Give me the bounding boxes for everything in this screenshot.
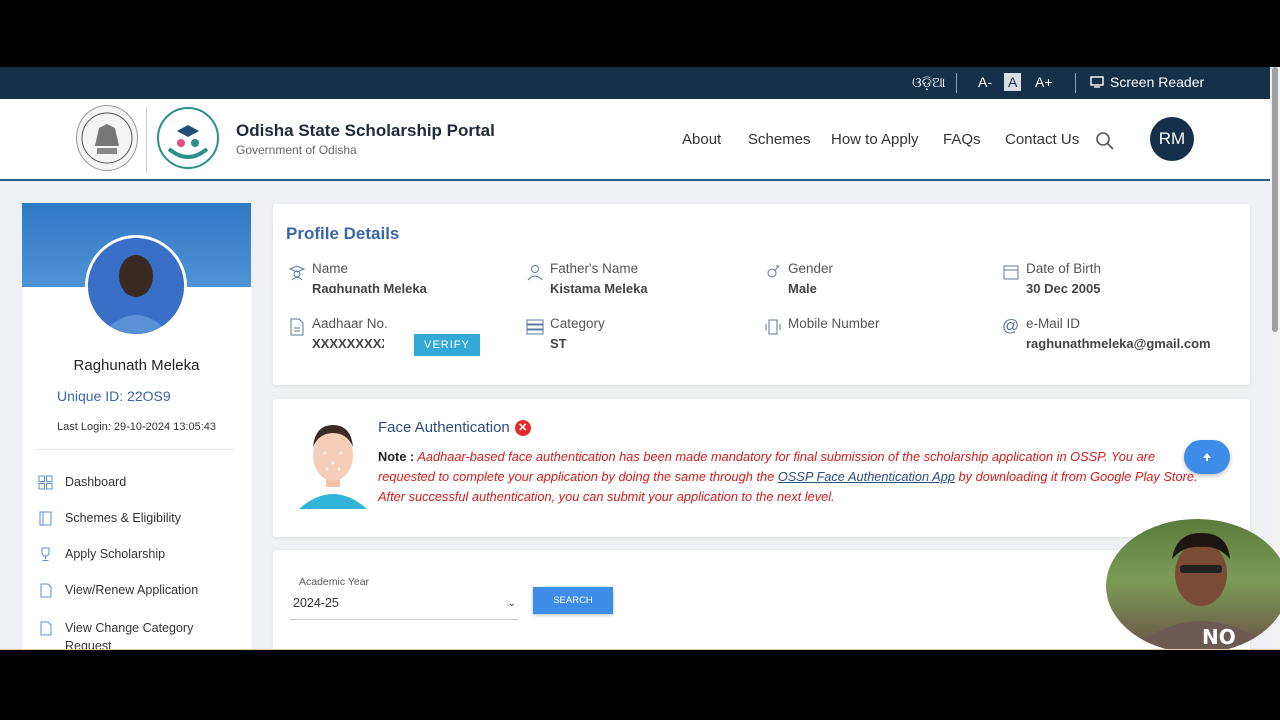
nav-schemes[interactable]: Schemes (748, 131, 811, 148)
scroll-to-top-button[interactable] (1184, 440, 1230, 474)
at-sign-icon: @ (1002, 316, 1020, 335)
viewport-bottom-edge (0, 649, 1280, 650)
shirt-text: NO (1202, 625, 1236, 649)
sidebar-item-label: Dashboard (65, 475, 127, 489)
search-icon[interactable] (1095, 131, 1115, 151)
category-label: Category (550, 316, 605, 331)
sidebar-item-view-renew[interactable]: View/Renew Application (38, 583, 198, 598)
father-name-value: Kistama Meleka (550, 281, 648, 293)
mobile-label: Mobile Number (788, 316, 880, 331)
browser-viewport: ଓଡ଼ିଆ A- A A+ Screen Reader Odisha State… (0, 67, 1280, 650)
divider (956, 73, 957, 93)
nav-how-to-apply[interactable]: How to Apply (831, 131, 919, 148)
academic-year-card: Academic Year 2024-25 ⌄ SEARCH (273, 550, 1250, 650)
user-avatar-button[interactable]: RM (1150, 117, 1194, 161)
gender-value: Male (788, 281, 817, 296)
scrollbar-thumb[interactable] (1272, 67, 1278, 332)
academic-year-value: 2024-25 (293, 596, 339, 610)
screen-reader-label: Screen Reader (1110, 74, 1205, 90)
name-label: Name (312, 261, 349, 276)
ossp-logo (155, 105, 221, 171)
email-value: raghunathmeleka@gmail.com (1026, 336, 1211, 351)
verify-aadhaar-button[interactable]: VERIFY (414, 334, 480, 356)
nav-about[interactable]: About (682, 131, 721, 148)
nav-contact-us[interactable]: Contact Us (1005, 131, 1079, 148)
divider (36, 449, 234, 450)
monitor-icon (1090, 76, 1104, 88)
sidebar-item-label: Apply Scholarship (65, 547, 166, 561)
phone-vibrate-icon (765, 319, 781, 335)
arrow-up-icon (1203, 453, 1211, 461)
webcam-overlay: NO (1106, 519, 1280, 650)
list-icon (526, 319, 544, 335)
face-authentication-card: Face Authentication ✕ Note : Aadhaar-bas… (273, 399, 1250, 537)
odisha-emblem-logo (76, 105, 138, 171)
screen-reader-link[interactable]: Screen Reader (1090, 74, 1204, 90)
portal-subtitle: Government of Odisha (236, 143, 357, 157)
academic-year-label: Academic Year (299, 576, 370, 588)
font-normal-button[interactable]: A (1004, 73, 1022, 91)
dob-value: 30 Dec 2005 (1026, 281, 1101, 296)
father-name-label: Father's Name (550, 261, 639, 276)
sidebar-item-change-category[interactable]: View Change Category Request (38, 619, 228, 650)
accessibility-bar: ଓଡ଼ିଆ A- A A+ Screen Reader (0, 67, 1280, 99)
graduate-icon (288, 265, 306, 281)
document-icon (40, 621, 52, 636)
document-icon (40, 583, 52, 598)
book-icon (39, 511, 52, 526)
email-label: e-Mail ID (1026, 316, 1081, 331)
unique-id: Unique ID: 22OS9 (57, 388, 171, 404)
academic-year-select[interactable]: 2024-25 ⌄ (290, 592, 518, 620)
aadhaar-label: Aadhaar No. (312, 316, 388, 331)
user-name: Raghunath Meleka (73, 357, 200, 374)
odia-language-link[interactable]: ଓଡ଼ିଆ (912, 74, 946, 91)
face-auth-note: Note : Aadhaar-based face authentication… (378, 447, 1208, 507)
profile-details-card: Profile Details Name Raghunath Meleka Fa… (273, 204, 1250, 385)
font-decrease-button[interactable]: A- (978, 74, 992, 90)
site-header: Odisha State Scholarship Portal Governme… (0, 99, 1270, 181)
face-scan-illustration (299, 425, 367, 509)
gender-label: Gender (788, 261, 834, 276)
gender-icon (767, 265, 780, 278)
chevron-down-icon: ⌄ (507, 598, 516, 609)
user-photo (85, 235, 187, 337)
face-auth-app-link[interactable]: OSSP Face Authentication App (778, 469, 955, 484)
sidebar-item-label: Schemes & Eligibility (65, 511, 182, 525)
sidebar-item-label: View Change Category Request (65, 621, 194, 650)
face-authentication-label: Face Authentication (378, 419, 510, 436)
aadhaar-value: XXXXXXXXX (312, 336, 384, 351)
user-icon (527, 265, 543, 281)
category-value: ST (550, 336, 567, 351)
divider (1075, 73, 1076, 93)
search-button[interactable]: SEARCH (533, 587, 613, 614)
sidebar-item-apply[interactable]: Apply Scholarship (38, 547, 165, 562)
dashboard-grid-icon (38, 475, 53, 490)
sidebar-item-dashboard[interactable]: Dashboard (38, 475, 126, 490)
last-login: Last Login: 29-10-2024 13:05:43 (57, 421, 217, 433)
trophy-icon (41, 547, 50, 561)
profile-sidebar: Raghunath Meleka Unique ID: 22OS9 Last L… (22, 203, 251, 650)
sidebar-item-schemes[interactable]: Schemes & Eligibility (38, 511, 181, 526)
face-authentication-title: Face Authentication ✕ (378, 419, 531, 436)
portal-title[interactable]: Odisha State Scholarship Portal (236, 121, 495, 141)
note-label: Note : (378, 449, 415, 464)
document-icon (290, 318, 304, 336)
calendar-icon (1003, 265, 1019, 280)
name-value: Raghunath Meleka (312, 281, 427, 293)
font-increase-button[interactable]: A+ (1035, 74, 1053, 90)
logo-divider (146, 107, 147, 173)
dob-label: Date of Birth (1026, 261, 1102, 276)
close-circle-icon: ✕ (514, 419, 531, 436)
sidebar-item-label: View/Renew Application (65, 583, 199, 597)
profile-details-title: Profile Details (286, 224, 400, 243)
nav-faqs[interactable]: FAQs (943, 131, 981, 148)
